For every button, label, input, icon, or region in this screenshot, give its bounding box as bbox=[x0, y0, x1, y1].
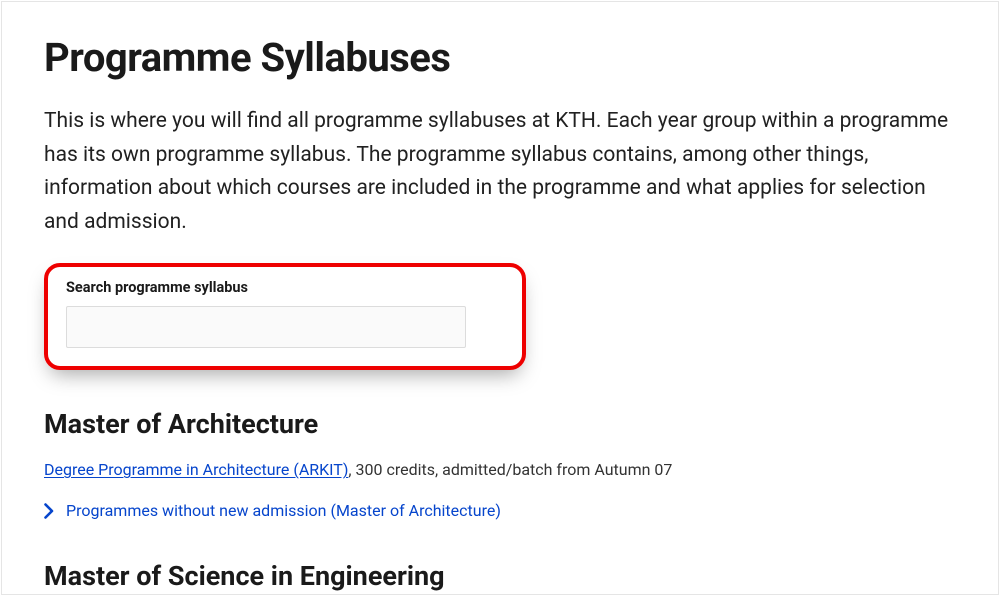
programme-link-architecture[interactable]: Degree Programme in Architecture (ARKIT) bbox=[44, 460, 348, 479]
expand-row-architecture[interactable]: Programmes without new admission (Master… bbox=[44, 501, 956, 520]
search-label: Search programme syllabus bbox=[66, 279, 504, 296]
search-programme-syllabus-box: Search programme syllabus bbox=[44, 263, 526, 370]
page-container: Programme Syllabuses This is where you w… bbox=[1, 1, 999, 595]
page-title: Programme Syllabuses bbox=[44, 34, 956, 81]
section-title-architecture: Master of Architecture bbox=[44, 408, 956, 440]
expand-link-architecture[interactable]: Programmes without new admission (Master… bbox=[66, 501, 501, 520]
intro-paragraph: This is where you will find all programm… bbox=[44, 105, 956, 239]
section-title-engineering: Master of Science in Engineering bbox=[44, 560, 956, 592]
programme-suffix-architecture: , 300 credits, admitted/batch from Autum… bbox=[348, 460, 672, 479]
programme-line-architecture: Degree Programme in Architecture (ARKIT)… bbox=[44, 460, 956, 479]
chevron-right-icon bbox=[44, 503, 54, 519]
search-programme-input[interactable] bbox=[66, 306, 466, 348]
